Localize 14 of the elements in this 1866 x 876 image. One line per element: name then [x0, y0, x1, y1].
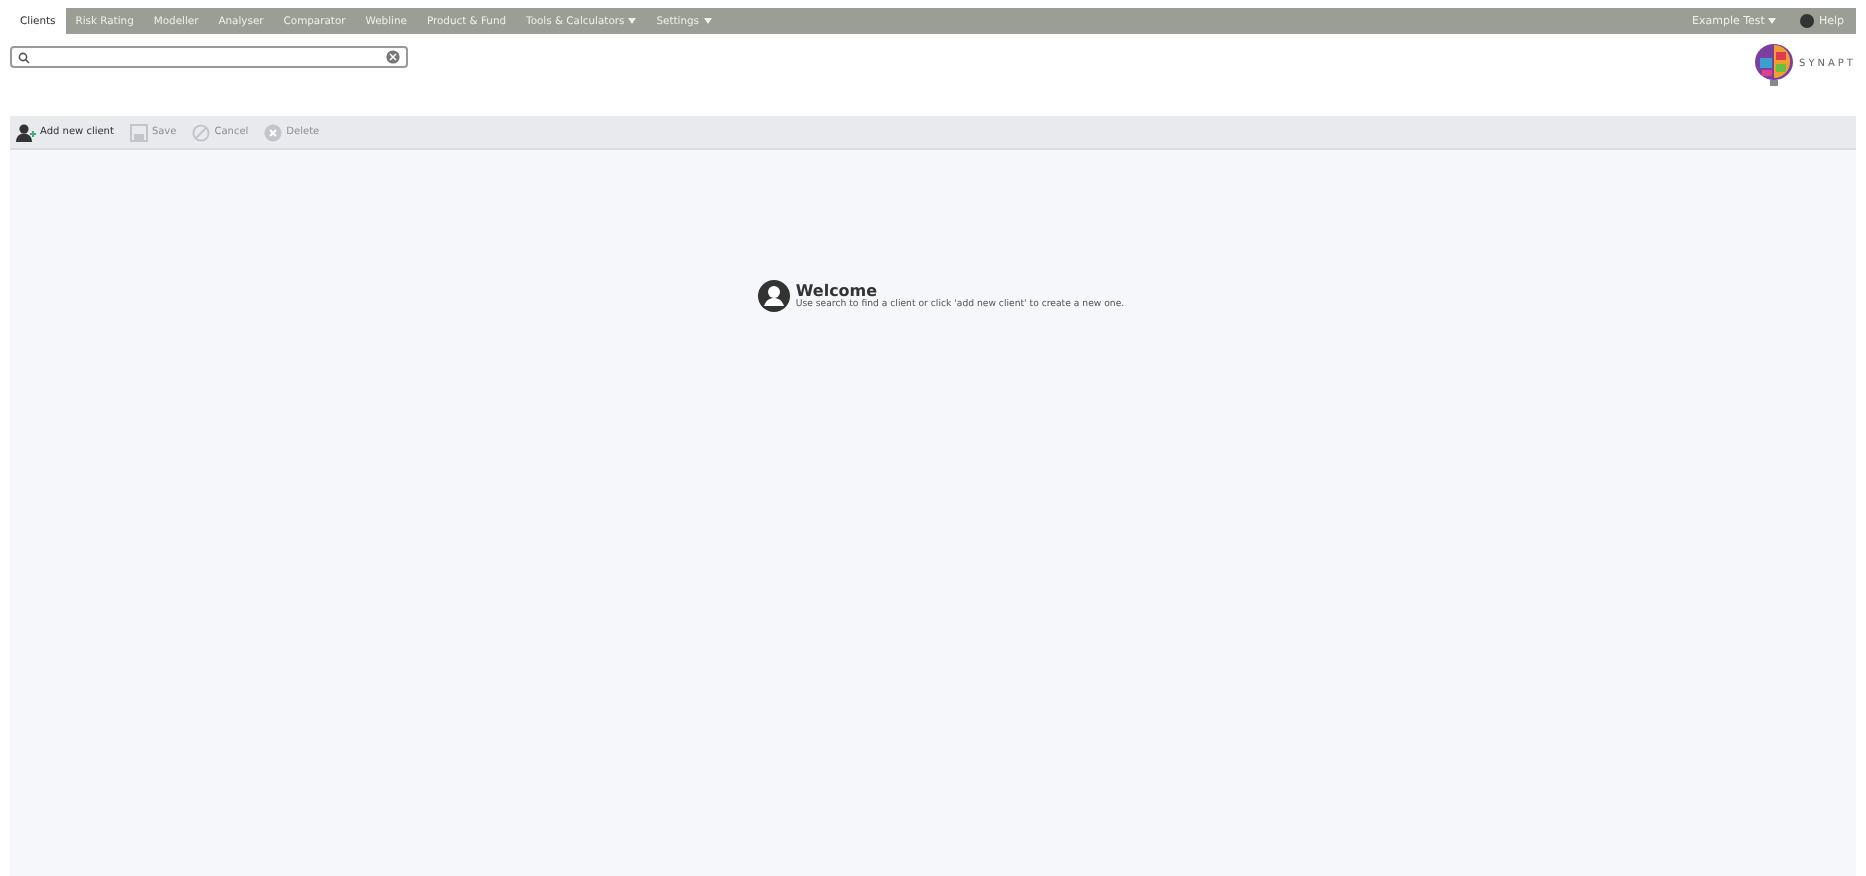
help-icon: [1800, 14, 1815, 28]
search-icon: [18, 51, 30, 63]
delete-icon: [264, 123, 283, 141]
caret-icon: [628, 18, 637, 24]
welcome-title: Welcome: [795, 282, 880, 300]
cancel-icon: [192, 123, 211, 141]
add-user-icon: [16, 123, 36, 141]
search-field[interactable]: [10, 46, 408, 68]
floppy-icon: [129, 123, 148, 141]
caret-icon: [1768, 18, 1777, 24]
user-icon: [757, 280, 790, 312]
brain-logo-icon: [1753, 42, 1794, 86]
caret-icon: [703, 18, 711, 24]
clear-icon[interactable]: [386, 50, 400, 64]
